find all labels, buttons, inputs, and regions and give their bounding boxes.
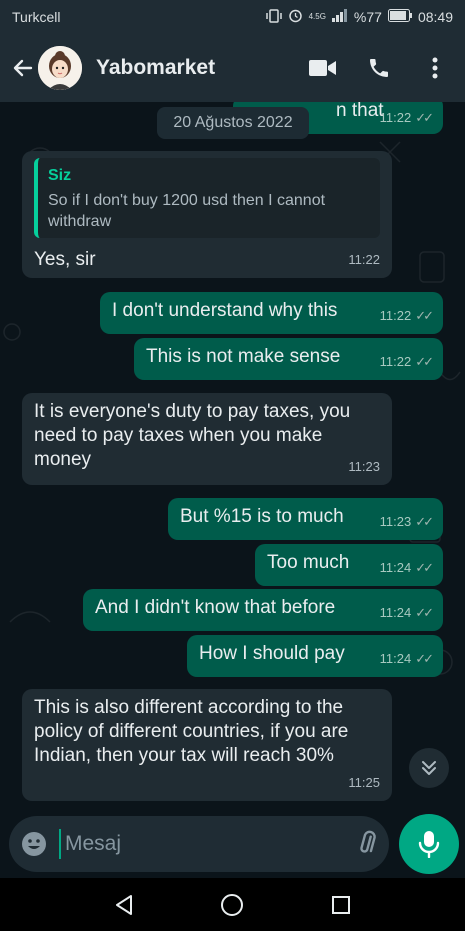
message-text: It is everyone's duty to pay taxes, you … [34, 401, 351, 470]
message-time: 11:23 [348, 459, 380, 474]
message-input[interactable] [59, 829, 336, 859]
date-divider: 20 Ağustos 2022 [157, 107, 309, 139]
message-input-container [9, 816, 427, 872]
nav-home-button[interactable] [217, 890, 247, 920]
read-ticks-icon: ✓✓ [415, 308, 434, 323]
battery-percent: %77 [353, 9, 382, 25]
voice-call-button[interactable] [365, 54, 393, 82]
message-text: But %15 is to much [180, 506, 344, 527]
message-time: 11:22 [379, 354, 412, 369]
message-bubble-outgoing[interactable]: And I didn't know that before 11:24 ✓✓ [83, 589, 443, 631]
battery-icon [387, 9, 412, 25]
status-bar: Turkcell 4.5G %77 08:49 [0, 0, 465, 34]
message-text: n that [336, 102, 384, 121]
network-type-badge: 4.5G [308, 12, 326, 21]
more-vert-icon [432, 57, 438, 79]
avatar[interactable] [38, 46, 82, 90]
message-time: 11:24 [379, 651, 412, 666]
message-time: 11:24 [379, 605, 412, 620]
message-text: I don't understand why this [112, 300, 338, 321]
message-time: 11:22 [348, 252, 380, 267]
message-time: 11:22 [379, 110, 412, 125]
microphone-icon [418, 831, 440, 858]
nav-recents-button[interactable] [326, 890, 356, 920]
message-bubble-incoming[interactable]: Siz So if I don't buy 1200 usd then I ca… [22, 151, 392, 278]
system-nav-bar [0, 878, 465, 931]
message-time: 11:25 [348, 775, 380, 790]
message-bubble-incoming[interactable]: This is also different according to the … [22, 689, 392, 801]
back-button[interactable] [10, 55, 36, 81]
clock: 08:49 [417, 9, 453, 25]
message-bubble-outgoing[interactable]: But %15 is to much 11:23 ✓✓ [168, 498, 443, 540]
message-text: This is not make sense [146, 346, 341, 367]
vibrate-icon [265, 8, 282, 26]
message-text: And I didn't know that before [95, 597, 336, 618]
nav-back-button[interactable] [109, 890, 139, 920]
message-text: How I should pay [199, 643, 345, 664]
quote-text: So if I don't buy 1200 usd then I cannot… [48, 192, 326, 230]
read-ticks-icon: ✓✓ [415, 605, 434, 620]
attach-button[interactable] [354, 828, 382, 860]
scroll-to-bottom-button[interactable] [409, 748, 449, 788]
message-text: This is also different according to the … [34, 697, 349, 766]
read-ticks-icon: ✓✓ [415, 651, 434, 666]
message-time: 11:22 [379, 308, 412, 323]
message-text: Yes, sir [34, 249, 96, 270]
chat-header: Yabomarket [0, 34, 465, 102]
header-actions [309, 54, 449, 82]
emoji-icon [22, 832, 46, 856]
message-list[interactable]: n that 11:22 ✓✓ 20 Ağustos 2022 Siz So i… [0, 102, 465, 810]
triangle-back-icon [116, 894, 133, 915]
video-call-icon [309, 60, 336, 76]
read-ticks-icon: ✓✓ [415, 110, 434, 125]
signal-icon [331, 9, 348, 25]
message-time: 11:24 [379, 560, 412, 575]
phone-icon [370, 59, 388, 77]
paperclip-icon [360, 830, 376, 853]
voice-record-button[interactable] [399, 814, 459, 874]
back-arrow-icon [13, 59, 33, 77]
status-icons: 4.5G %77 08:49 [265, 8, 453, 26]
alarm-icon [288, 8, 303, 26]
message-bubble-outgoing[interactable]: Too much 11:24 ✓✓ [255, 544, 443, 586]
composer [0, 810, 465, 878]
read-ticks-icon: ✓✓ [415, 560, 434, 575]
carrier-label: Turkcell [12, 9, 61, 25]
message-bubble-outgoing[interactable]: How I should pay 11:24 ✓✓ [187, 635, 443, 677]
quoted-message[interactable]: Siz So if I don't buy 1200 usd then I ca… [34, 158, 380, 238]
emoji-button[interactable] [21, 829, 47, 859]
quote-author: Siz [48, 167, 72, 184]
message-bubble-incoming[interactable]: It is everyone's duty to pay taxes, you … [22, 393, 392, 485]
video-call-button[interactable] [309, 54, 337, 82]
message-text: Too much [267, 552, 350, 573]
read-ticks-icon: ✓✓ [415, 354, 434, 369]
message-bubble-outgoing[interactable]: This is not make sense 11:22 ✓✓ [134, 338, 443, 380]
more-options-button[interactable] [421, 54, 449, 82]
contact-name[interactable]: Yabomarket [96, 56, 309, 80]
message-bubble-outgoing[interactable]: I don't understand why this 11:22 ✓✓ [100, 292, 443, 334]
circle-home-icon [221, 893, 244, 916]
double-chevron-down-icon [422, 761, 436, 775]
square-recents-icon [331, 895, 350, 914]
message-time: 11:23 [379, 514, 412, 529]
read-ticks-icon: ✓✓ [415, 514, 434, 529]
